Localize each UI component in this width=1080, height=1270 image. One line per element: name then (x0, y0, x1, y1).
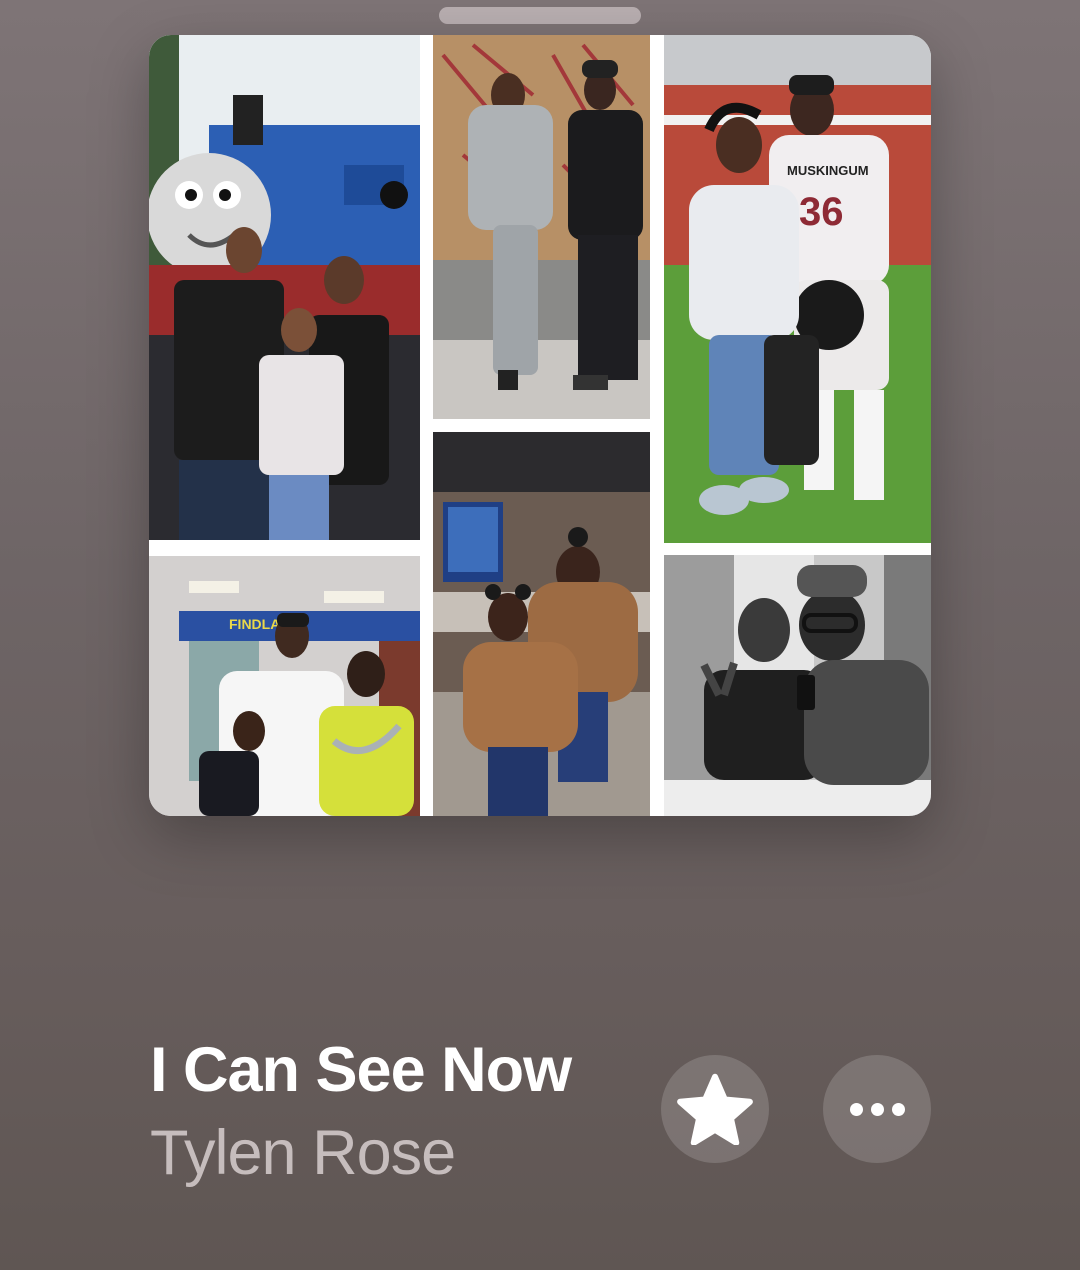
artwork-photo-train (149, 35, 420, 540)
artwork-photo-selfie (664, 555, 931, 816)
star-icon (677, 1073, 753, 1145)
artwork-photo-store: FINDLA (149, 556, 420, 816)
artist-name[interactable]: Tylen Rose (150, 1117, 456, 1189)
artwork-photo-football: MUSKINGUM 36 (664, 35, 931, 543)
track-title: I Can See Now (150, 1035, 572, 1105)
artwork-photo-wall (433, 35, 650, 419)
artwork-photo-girls (433, 432, 650, 816)
jersey-number: 36 (799, 190, 844, 234)
ellipsis-icon (846, 1102, 909, 1116)
album-artwork: MUSKINGUM 36 FINDLA (149, 35, 931, 816)
jersey-text: MUSKINGUM (787, 163, 869, 178)
more-button[interactable] (823, 1055, 931, 1163)
store-sign-text: FINDLA (229, 616, 280, 632)
favorite-button[interactable] (661, 1055, 769, 1163)
sheet-grabber[interactable] (439, 7, 641, 24)
